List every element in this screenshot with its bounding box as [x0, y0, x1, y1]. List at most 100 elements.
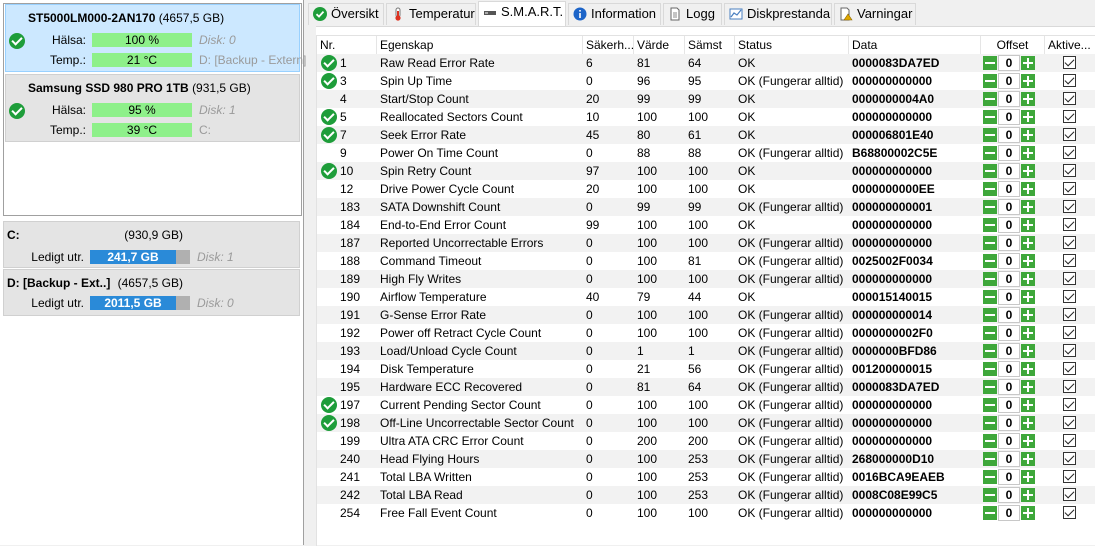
offset-increase-button[interactable]	[1021, 398, 1035, 412]
col-header-worst[interactable]: Sämst	[685, 36, 735, 54]
disk-card-1[interactable]: Samsung SSD 980 PRO 1TB (931,5 GB) Hälsa…	[5, 74, 300, 142]
table-row[interactable]: 241 Total LBA Written 0 100 253 OK (Fungerar …	[317, 468, 1095, 486]
offset-decrease-button[interactable]	[983, 236, 997, 250]
table-row[interactable]: 189 High Fly Writes 0 100 100 OK (Fungerar al…	[317, 270, 1095, 288]
offset-value[interactable]: 0	[998, 163, 1020, 179]
table-row[interactable]: 198 Off-Line Uncorrectable Sector Count 0 1…	[317, 414, 1095, 432]
offset-increase-button[interactable]	[1021, 470, 1035, 484]
offset-increase-button[interactable]	[1021, 380, 1035, 394]
table-row[interactable]: 242 Total LBA Read 0 100 253 OK (Fungerar all…	[317, 486, 1095, 504]
offset-value[interactable]: 0	[998, 397, 1020, 413]
offset-decrease-button[interactable]	[983, 308, 997, 322]
active-checkbox[interactable]	[1063, 452, 1076, 465]
offset-decrease-button[interactable]	[983, 344, 997, 358]
col-header-value[interactable]: Värde	[634, 36, 685, 54]
offset-increase-button[interactable]	[1021, 182, 1035, 196]
volume-card-d[interactable]: D: [Backup - Ext..] (4657,5 GB) Ledigt u…	[3, 269, 300, 316]
offset-increase-button[interactable]	[1021, 110, 1035, 124]
table-row[interactable]: 5 Reallocated Sectors Count 10 100 100 OK 0000…	[317, 108, 1095, 126]
offset-decrease-button[interactable]	[983, 506, 997, 520]
offset-value[interactable]: 0	[998, 127, 1020, 143]
col-header-nr[interactable]: Nr.	[317, 36, 377, 54]
active-checkbox[interactable]	[1063, 398, 1076, 411]
col-header-status[interactable]: Status	[735, 36, 849, 54]
offset-value[interactable]: 0	[998, 433, 1020, 449]
offset-decrease-button[interactable]	[983, 326, 997, 340]
col-header-threshold[interactable]: Säkerh...	[583, 36, 634, 54]
offset-decrease-button[interactable]	[983, 416, 997, 430]
active-checkbox[interactable]	[1063, 200, 1076, 213]
table-row[interactable]: 9 Power On Time Count 0 88 88 OK (Fungerar al…	[317, 144, 1095, 162]
table-row[interactable]: 192 Power off Retract Cycle Count 0 100 100 O…	[317, 324, 1095, 342]
col-header-data[interactable]: Data	[849, 36, 981, 54]
table-row[interactable]: 4 Start/Stop Count 20 99 99 OK 0000000004A0 0	[317, 90, 1095, 108]
active-checkbox[interactable]	[1063, 74, 1076, 87]
active-checkbox[interactable]	[1063, 182, 1076, 195]
active-checkbox[interactable]	[1063, 110, 1076, 123]
tab-log[interactable]: Logg	[663, 3, 722, 25]
table-row[interactable]: 197 Current Pending Sector Count 0 100 100 OK…	[317, 396, 1095, 414]
offset-increase-button[interactable]	[1021, 254, 1035, 268]
offset-decrease-button[interactable]	[983, 254, 997, 268]
table-row[interactable]: 3 Spin Up Time 0 96 95 OK (Fungerar alltid) 00…	[317, 72, 1095, 90]
offset-decrease-button[interactable]	[983, 110, 997, 124]
table-row[interactable]: 183 SATA Downshift Count 0 99 99 OK (Fungerar…	[317, 198, 1095, 216]
offset-decrease-button[interactable]	[983, 290, 997, 304]
offset-value[interactable]: 0	[998, 55, 1020, 71]
offset-decrease-button[interactable]	[983, 164, 997, 178]
offset-value[interactable]: 0	[998, 307, 1020, 323]
active-checkbox[interactable]	[1063, 236, 1076, 249]
table-row[interactable]: 184 End-to-End Error Count 99 100 100 OK 00000…	[317, 216, 1095, 234]
active-checkbox[interactable]	[1063, 92, 1076, 105]
offset-increase-button[interactable]	[1021, 146, 1035, 160]
col-header-attribute[interactable]: Egenskap	[377, 36, 583, 54]
offset-increase-button[interactable]	[1021, 308, 1035, 322]
active-checkbox[interactable]	[1063, 218, 1076, 231]
tab-temperature[interactable]: Temperatur	[386, 3, 476, 25]
active-checkbox[interactable]	[1063, 128, 1076, 141]
offset-value[interactable]: 0	[998, 235, 1020, 251]
volume-card-c[interactable]: C: (930,9 GB) Ledigt utr. 241,7 GB Disk:…	[3, 221, 300, 268]
tab-information[interactable]: Information	[568, 3, 661, 25]
offset-decrease-button[interactable]	[983, 74, 997, 88]
table-row[interactable]: 10 Spin Retry Count 97 100 100 OK 000000000000…	[317, 162, 1095, 180]
offset-decrease-button[interactable]	[983, 128, 997, 142]
offset-increase-button[interactable]	[1021, 218, 1035, 232]
table-row[interactable]: 194 Disk Temperature 0 21 56 OK (Fungerar all…	[317, 360, 1095, 378]
offset-increase-button[interactable]	[1021, 164, 1035, 178]
offset-value[interactable]: 0	[998, 181, 1020, 197]
offset-increase-button[interactable]	[1021, 92, 1035, 106]
table-row[interactable]: 254 Free Fall Event Count 0 100 100 OK (Funge…	[317, 504, 1095, 522]
active-checkbox[interactable]	[1063, 308, 1076, 321]
active-checkbox[interactable]	[1063, 272, 1076, 285]
table-row[interactable]: 191 G-Sense Error Rate 0 100 100 OK (Fungerar…	[317, 306, 1095, 324]
table-row[interactable]: 187 Reported Uncorrectable Errors 0 100 100 O…	[317, 234, 1095, 252]
active-checkbox[interactable]	[1063, 434, 1076, 447]
offset-value[interactable]: 0	[998, 505, 1020, 521]
offset-decrease-button[interactable]	[983, 182, 997, 196]
table-row[interactable]: 199 Ultra ATA CRC Error Count 0 200 200 OK (F…	[317, 432, 1095, 450]
offset-value[interactable]: 0	[998, 343, 1020, 359]
offset-value[interactable]: 0	[998, 73, 1020, 89]
offset-increase-button[interactable]	[1021, 434, 1035, 448]
offset-increase-button[interactable]	[1021, 56, 1035, 70]
offset-value[interactable]: 0	[998, 253, 1020, 269]
table-row[interactable]: 240 Head Flying Hours 0 100 253 OK (Fungerar …	[317, 450, 1095, 468]
active-checkbox[interactable]	[1063, 380, 1076, 393]
table-row[interactable]: 190 Airflow Temperature 40 79 44 OK 0000151400…	[317, 288, 1095, 306]
offset-value[interactable]: 0	[998, 91, 1020, 107]
offset-increase-button[interactable]	[1021, 200, 1035, 214]
offset-value[interactable]: 0	[998, 379, 1020, 395]
active-checkbox[interactable]	[1063, 146, 1076, 159]
offset-increase-button[interactable]	[1021, 326, 1035, 340]
offset-increase-button[interactable]	[1021, 128, 1035, 142]
offset-decrease-button[interactable]	[983, 218, 997, 232]
offset-value[interactable]: 0	[998, 289, 1020, 305]
active-checkbox[interactable]	[1063, 470, 1076, 483]
offset-decrease-button[interactable]	[983, 200, 997, 214]
tab-warnings[interactable]: Varningar	[834, 3, 916, 25]
offset-value[interactable]: 0	[998, 145, 1020, 161]
offset-increase-button[interactable]	[1021, 290, 1035, 304]
offset-increase-button[interactable]	[1021, 488, 1035, 502]
offset-increase-button[interactable]	[1021, 74, 1035, 88]
